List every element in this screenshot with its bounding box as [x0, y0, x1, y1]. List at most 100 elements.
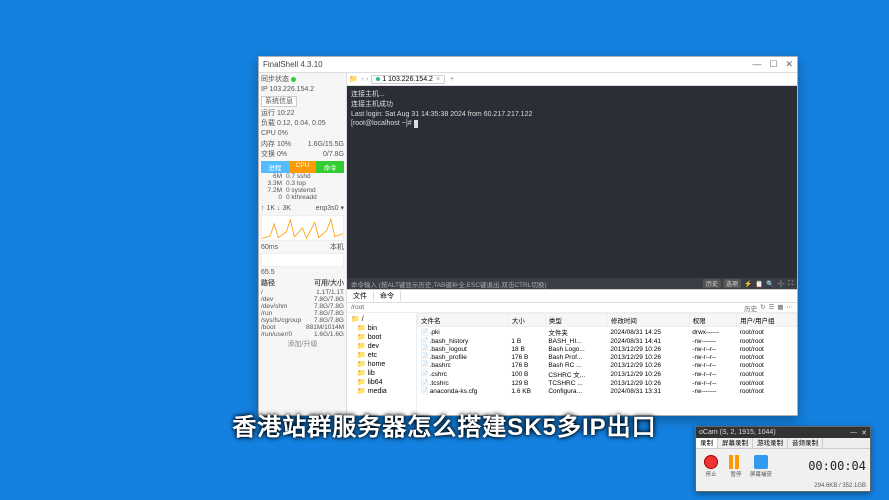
- path-label[interactable]: /root: [351, 304, 364, 311]
- col-time[interactable]: 修改时间: [607, 314, 689, 327]
- disk-path-row[interactable]: /1.1T/1.1T: [261, 289, 344, 296]
- pause-icon: [729, 455, 743, 469]
- tree-node[interactable]: 📁bin: [349, 324, 414, 333]
- search-icon[interactable]: 🔍: [766, 280, 774, 288]
- ocam-tab-screen[interactable]: 屏幕录制: [718, 438, 753, 448]
- expand-icon[interactable]: ⛶: [788, 280, 793, 288]
- cursor-icon: [414, 120, 418, 128]
- app-title: FinalShell 4.3.10: [263, 60, 752, 69]
- ip-label: IP 103.226.154.2: [261, 85, 344, 94]
- file-icon: 📄: [421, 346, 429, 353]
- min-button[interactable]: —: [752, 59, 761, 70]
- file-row[interactable]: 📄.bash_logout18 BBash Logo...2013/12/29 …: [418, 345, 797, 353]
- disk-path-row[interactable]: /dev7.8G/7.8G: [261, 296, 344, 303]
- connection-tab[interactable]: 1 103.226.154.2 ×: [371, 75, 445, 84]
- list-icon[interactable]: ☰: [769, 303, 775, 313]
- term-line: 连接主机...: [351, 90, 793, 100]
- folder-icon: 📁: [357, 342, 366, 350]
- pause-button[interactable]: 暂停: [725, 453, 747, 479]
- history-label[interactable]: 历史: [744, 303, 757, 313]
- tree-node[interactable]: 📁lib: [349, 369, 414, 378]
- network-chart: [261, 215, 344, 241]
- tree-node[interactable]: 📁etc: [349, 351, 414, 360]
- sidebar: 同步状态 IP 103.226.154.2 系统信息 运行 10:22 负载 0…: [259, 73, 347, 415]
- video-caption: 香港站群服务器怎么搭建SK5多IP出口: [232, 407, 656, 442]
- more-icon[interactable]: ⋯: [787, 303, 794, 313]
- view-icon[interactable]: ▦: [777, 303, 783, 313]
- col-perm[interactable]: 权限: [689, 314, 736, 327]
- col-type[interactable]: 类型: [545, 314, 607, 327]
- folder-icon: 📁: [357, 378, 366, 386]
- process-row[interactable]: 6M0.7 sshd: [261, 173, 344, 180]
- disk-path-row[interactable]: /boot881M/1014M: [261, 324, 344, 331]
- col-size[interactable]: 大小: [508, 314, 545, 327]
- refresh-icon[interactable]: ↻: [760, 303, 765, 313]
- folder-tree[interactable]: 📁/ 📁bin📁boot📁dev📁etc📁home📁lib📁lib64📁medi…: [347, 313, 417, 415]
- zoom-icon[interactable]: ➕: [777, 280, 785, 288]
- folder-icon[interactable]: 📁: [349, 75, 358, 83]
- ocam-tab-record[interactable]: 录制: [696, 438, 718, 448]
- file-icon: 📄: [421, 338, 429, 345]
- ocam-window[interactable]: oCam (S, 2, 1915, 1044) — ✕ 录制 屏幕录制 游戏录制…: [695, 426, 871, 492]
- options-button[interactable]: 选项: [723, 279, 741, 288]
- tree-node[interactable]: 📁media: [349, 387, 414, 396]
- tab-commands[interactable]: 命令: [374, 291, 401, 301]
- close-button[interactable]: ✕: [785, 59, 793, 70]
- tab-files[interactable]: 文件: [347, 291, 374, 302]
- bolt-icon[interactable]: ⚡: [744, 280, 752, 288]
- file-row[interactable]: 📄.bash_history1 BBASH_HI...2024/08/31 14…: [418, 337, 797, 345]
- tab-close-icon[interactable]: ×: [436, 76, 440, 83]
- tree-root: 📁/: [349, 315, 414, 324]
- term-prompt: [root@localhost ~]#: [351, 119, 793, 129]
- file-row[interactable]: 📄.cshrc100 BCSHRC 文...2013/12/29 10:26-r…: [418, 369, 797, 379]
- folder-icon: 📁: [357, 360, 366, 368]
- tree-node[interactable]: 📁home: [349, 360, 414, 369]
- file-icon: 📄: [421, 371, 429, 378]
- ocam-close-icon[interactable]: ✕: [861, 429, 867, 437]
- file-row[interactable]: 📄anaconda-ks.cfg1.6 KBConfigura...2024/0…: [418, 387, 797, 395]
- disk-path-row[interactable]: /run/user/01.6G/1.6G: [261, 331, 344, 338]
- col-name[interactable]: 文件名: [418, 314, 509, 327]
- max-button[interactable]: ☐: [769, 59, 777, 70]
- col-owner[interactable]: 用户/用户组: [737, 314, 797, 327]
- process-row[interactable]: 3.3M0.3 top: [261, 180, 344, 187]
- copy-icon[interactable]: 📋: [755, 280, 763, 288]
- sysinfo-button[interactable]: 系统信息: [261, 96, 297, 107]
- file-table[interactable]: 文件名 大小 类型 修改时间 权限 用户/用户组 📄.pki文件夹2024/08…: [417, 313, 797, 415]
- status-dot-icon: [291, 77, 296, 82]
- file-icon: 📄: [421, 362, 429, 369]
- file-icon: 📄: [421, 388, 429, 395]
- add-tab-button[interactable]: +: [450, 76, 454, 83]
- stop-button[interactable]: 停止: [700, 453, 722, 479]
- ocam-tabs: 录制 屏幕录制 游戏录制 音频录制: [696, 438, 870, 449]
- tree-node[interactable]: 📁dev: [349, 342, 414, 351]
- folder-icon: 📁: [357, 369, 366, 377]
- connection-tabbar: 📁 ‹ › 1 103.226.154.2 × +: [347, 73, 797, 86]
- terminal[interactable]: 连接主机... 连接主机成功 Last login: Sat Aug 31 14…: [347, 86, 797, 278]
- iface-select[interactable]: enp3s0 ▾: [316, 204, 344, 213]
- file-row[interactable]: 📄.tcshrc129 BTCSHRC ...2013/12/29 10:26-…: [418, 379, 797, 387]
- file-icon: 📄: [421, 380, 429, 387]
- process-row[interactable]: 7.2M0 systemd: [261, 187, 344, 194]
- history-button[interactable]: 历史: [703, 279, 721, 288]
- file-row[interactable]: 📄.bashrc176 BBash RC ...2013/12/29 10:26…: [418, 361, 797, 369]
- input-hint: 命令输入 (按ALT键显示历史,TAB键补全,ESC键退出,双击CTRL切换): [351, 279, 701, 289]
- ocam-tab-audio[interactable]: 音频录制: [788, 438, 823, 448]
- ocam-tab-game[interactable]: 游戏录制: [753, 438, 788, 448]
- disk-path-row[interactable]: /run7.8G/7.8G: [261, 310, 344, 317]
- folder-icon: 📁: [357, 333, 366, 341]
- ocam-titlebar: oCam (S, 2, 1915, 1044) — ✕: [696, 427, 870, 438]
- tree-node[interactable]: 📁boot: [349, 333, 414, 342]
- disk-path-row[interactable]: /sys/fs/cgroup7.8G/7.8G: [261, 317, 344, 324]
- file-row[interactable]: 📄.pki文件夹2024/08/31 14:25drwx------root/r…: [418, 327, 797, 338]
- disk-path-row[interactable]: /dev/shm7.8G/7.8G: [261, 303, 344, 310]
- process-row[interactable]: 00 kthreadd: [261, 194, 344, 201]
- tree-node[interactable]: 📁lib64: [349, 378, 414, 387]
- upgrade-link[interactable]: 添加/升级: [261, 340, 344, 349]
- capture-button[interactable]: 屏幕捕获: [750, 453, 772, 479]
- titlebar[interactable]: FinalShell 4.3.10 — ☐ ✕: [259, 57, 797, 73]
- file-icon: 📄: [421, 329, 429, 336]
- ocam-min-icon[interactable]: —: [850, 429, 857, 436]
- uptime-label: 运行 10:22: [261, 109, 344, 118]
- file-row[interactable]: 📄.bash_profile176 BBash Prof...2013/12/2…: [418, 353, 797, 361]
